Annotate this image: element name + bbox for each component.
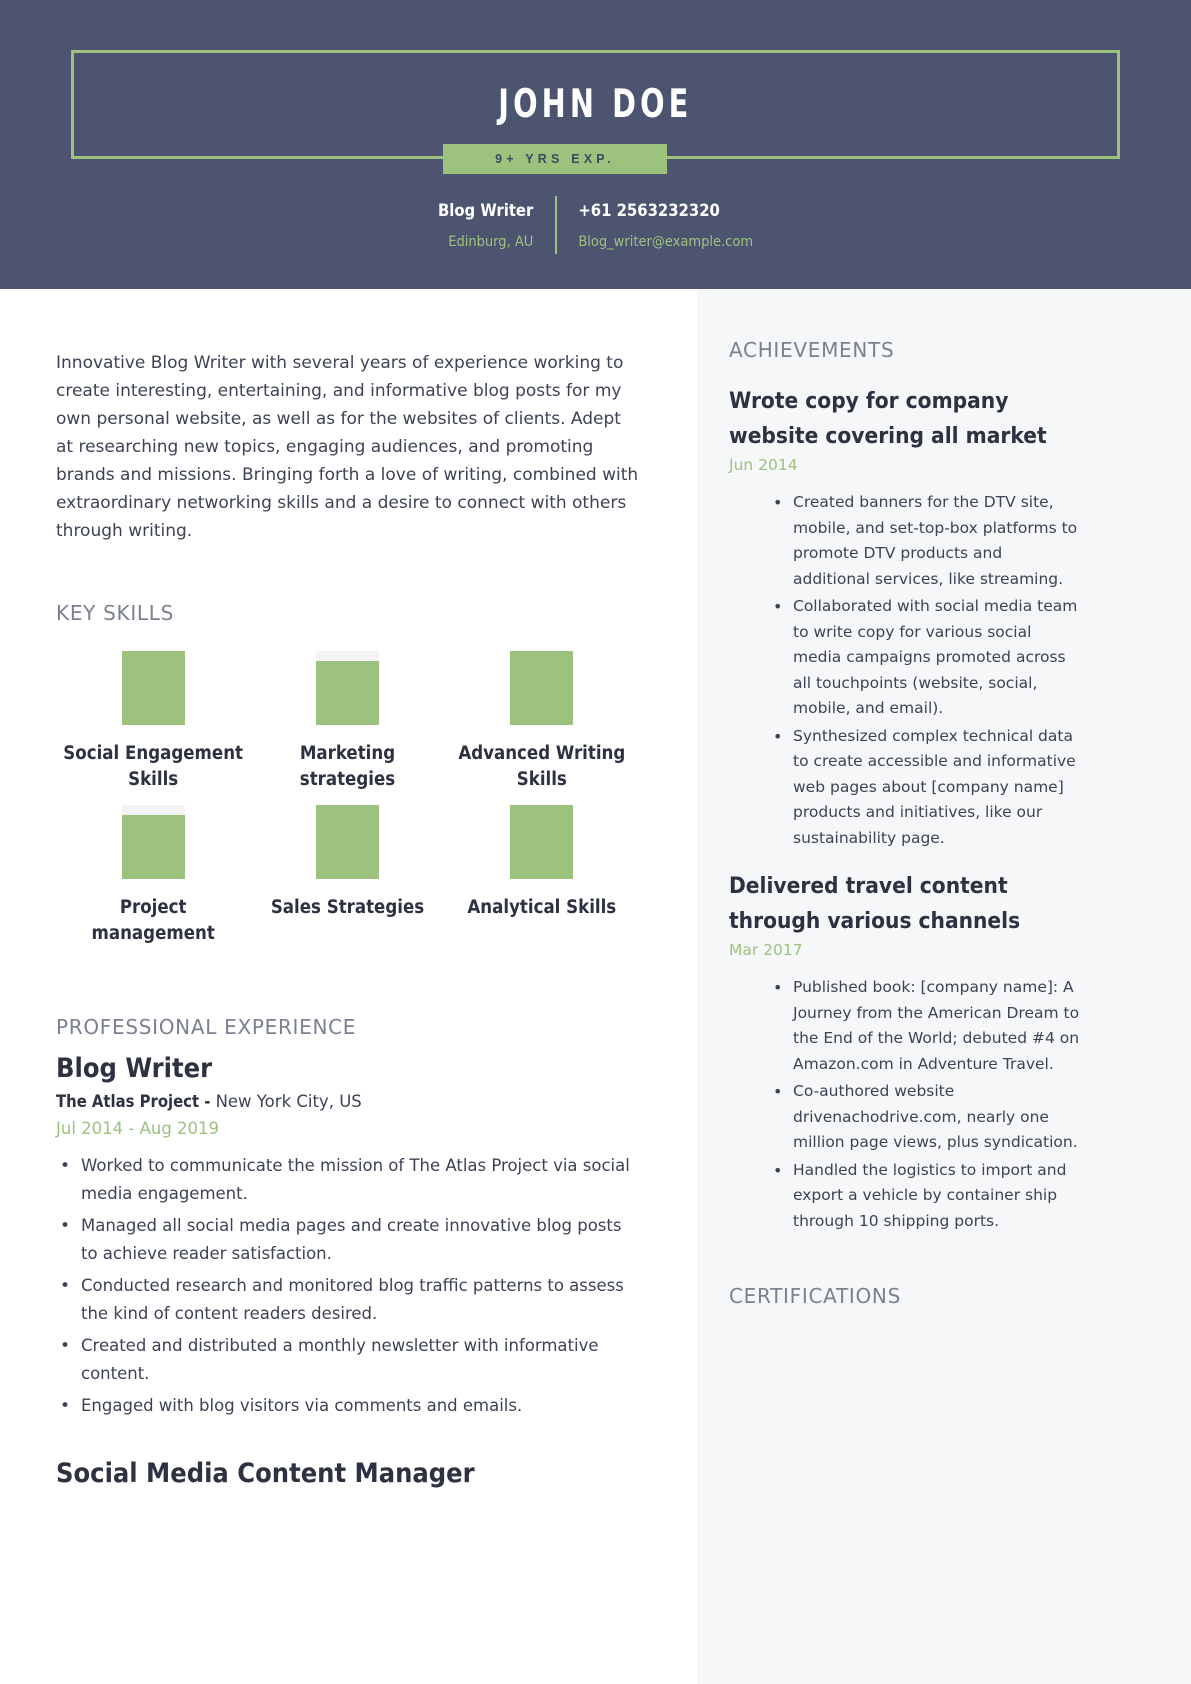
list-item: Worked to communicate the mission of The… xyxy=(56,1152,639,1208)
name-frame: JOHN DOE xyxy=(71,50,1120,159)
skill-level-fill xyxy=(510,805,574,879)
skill-item: Sales Strategies xyxy=(250,805,444,959)
skill-item: Project management xyxy=(56,805,250,959)
page-title: JOHN DOE xyxy=(498,82,693,127)
key-skills-grid: Social Engagement Skills Marketing strate… xyxy=(56,651,639,959)
contact-phone[interactable]: +61 2563232320 xyxy=(578,201,753,220)
achievement-date: Mar 2017 xyxy=(729,941,803,959)
achievement-entry: Wrote copy for company website covering … xyxy=(729,384,1081,851)
skill-level-fill xyxy=(510,651,574,725)
job-title: Blog Writer xyxy=(56,1053,213,1084)
list-item: Created and distributed a monthly newsle… xyxy=(56,1332,639,1388)
skill-level-bar xyxy=(315,805,379,879)
job-bullet-list: Worked to communicate the mission of The… xyxy=(56,1152,639,1420)
key-skills-section: KEY SKILLS Social Engagement Skills Marke… xyxy=(56,601,639,959)
skill-level-fill xyxy=(315,661,379,725)
skill-level-bar xyxy=(315,651,379,725)
contact-divider xyxy=(555,196,558,254)
list-item: Managed all social media pages and creat… xyxy=(56,1212,639,1268)
experience-section: PROFESSIONAL EXPERIENCE Blog Writer The A… xyxy=(56,1015,639,1489)
skill-label: Sales Strategies xyxy=(270,897,425,918)
job-company-location: The Atlas Project - New York City, US xyxy=(56,1090,639,1114)
list-item: Published book: [company name]: A Journe… xyxy=(771,975,1081,1077)
experience-entry: Social Media Content Manager xyxy=(56,1458,639,1489)
achievement-entry: Delivered travel content through various… xyxy=(729,869,1081,1234)
summary-paragraph: Innovative Blog Writer with several year… xyxy=(56,353,639,541)
job-company: The Atlas Project - xyxy=(56,1092,216,1111)
experience-badge: 9+ YRS EXP. xyxy=(443,144,667,174)
resume-body: Innovative Blog Writer with several year… xyxy=(0,289,1191,1684)
list-item: Created banners for the DTV site, mobile… xyxy=(771,490,1081,592)
skill-level-bar xyxy=(510,805,574,879)
key-skills-heading: KEY SKILLS xyxy=(56,601,175,625)
list-item: Collaborated with social media team to w… xyxy=(771,594,1081,722)
skill-label: Analytical Skills xyxy=(467,897,617,918)
contact-job-title: Blog Writer xyxy=(437,200,534,220)
contact-block: Blog Writer +61 2563232320 Edinburg, AU … xyxy=(0,196,1191,254)
list-item: Synthesized complex technical data to cr… xyxy=(771,724,1081,852)
skill-item: Analytical Skills xyxy=(445,805,639,959)
jobs-container: Blog Writer The Atlas Project - New York … xyxy=(56,1053,639,1489)
skill-level-bar xyxy=(510,651,574,725)
skill-label: Social Engagement Skills xyxy=(63,743,244,790)
achievement-bullet-list: Created banners for the DTV site, mobile… xyxy=(729,490,1081,851)
experience-entry: Blog Writer The Atlas Project - New York … xyxy=(56,1053,639,1420)
job-dates: Jul 2014 - Aug 2019 xyxy=(56,1119,220,1138)
skill-level-fill xyxy=(121,651,185,725)
achievements-container: Wrote copy for company website covering … xyxy=(729,384,1081,1234)
experience-heading: PROFESSIONAL EXPERIENCE xyxy=(56,1015,357,1039)
list-item: Conducted research and monitored blog tr… xyxy=(56,1272,639,1328)
sidebar-column: ACHIEVEMENTS Wrote copy for company webs… xyxy=(697,289,1191,1684)
skill-level-fill xyxy=(315,805,379,879)
certifications-heading: CERTIFICATIONS xyxy=(729,1284,901,1308)
skill-item: Marketing strategies xyxy=(250,651,444,805)
skill-item: Advanced Writing Skills xyxy=(445,651,639,805)
resume-header: JOHN DOE 9+ YRS EXP. Blog Writer +61 256… xyxy=(0,0,1191,289)
list-item: Co-authored website drivenachodrive.com,… xyxy=(771,1079,1081,1156)
job-location: New York City, US xyxy=(215,1092,362,1111)
skill-level-bar xyxy=(121,805,185,879)
list-item: Handled the logistics to import and expo… xyxy=(771,1158,1081,1235)
skill-label: Marketing strategies xyxy=(299,743,396,790)
contact-email[interactable]: Blog_writer@example.com xyxy=(578,234,753,250)
contact-location: Edinburg, AU xyxy=(448,233,534,250)
skill-label: Advanced Writing Skills xyxy=(458,743,626,790)
main-column: Innovative Blog Writer with several year… xyxy=(0,289,697,1684)
achievements-heading: ACHIEVEMENTS xyxy=(729,338,895,362)
list-item: Engaged with blog visitors via comments … xyxy=(56,1392,639,1420)
achievement-bullet-list: Published book: [company name]: A Journe… xyxy=(729,975,1081,1234)
achievement-title: Wrote copy for company website covering … xyxy=(729,388,1047,449)
job-title: Social Media Content Manager xyxy=(56,1458,475,1489)
skill-item: Social Engagement Skills xyxy=(56,651,250,805)
skill-level-fill xyxy=(121,815,185,879)
resume-page: JOHN DOE 9+ YRS EXP. Blog Writer +61 256… xyxy=(0,0,1191,1684)
achievement-date: Jun 2014 xyxy=(729,456,798,474)
achievement-title: Delivered travel content through various… xyxy=(729,873,1021,934)
skill-label: Project management xyxy=(91,897,215,944)
skill-level-bar xyxy=(121,651,185,725)
